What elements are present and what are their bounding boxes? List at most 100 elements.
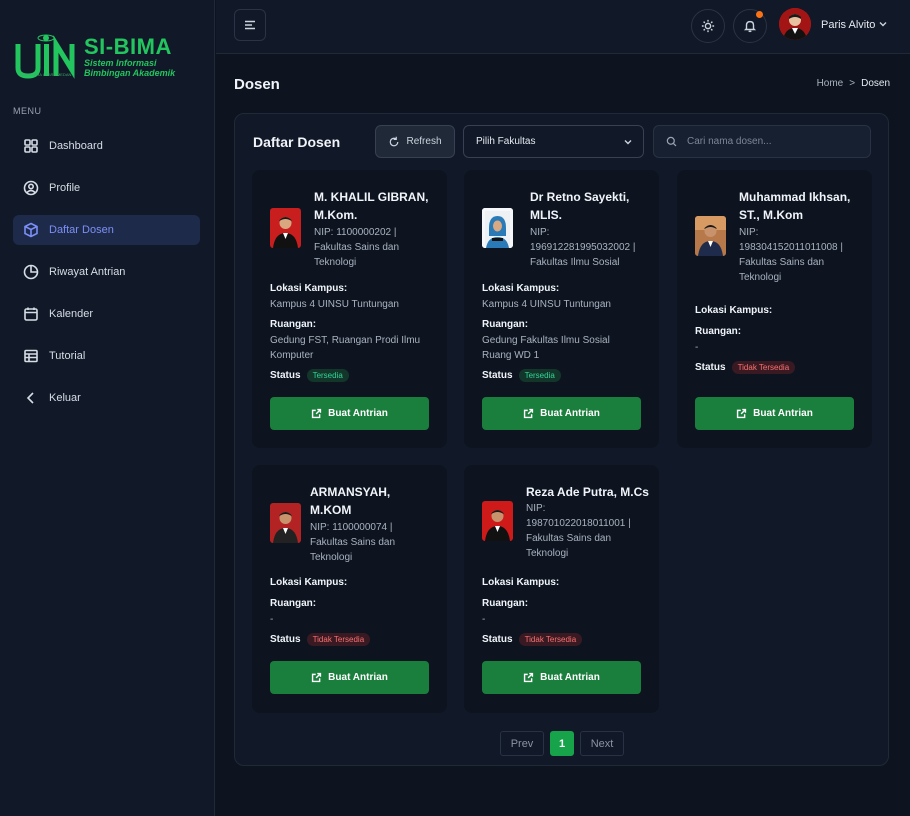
lecturer-photo (482, 501, 513, 541)
lecturer-info: NIP: 1100000202 | Fakultas Sains dan Tek… (314, 225, 399, 270)
page-number-button[interactable]: 1 (550, 731, 574, 756)
brand-logo[interactable]: SUMATERA UTARA MEDAN SI-BIMA Sistem Info… (12, 20, 202, 84)
grid-icon (24, 139, 38, 153)
brand-subtitle: Bimbingan Akademik (84, 68, 176, 78)
lecturer-faculty: Fakultas Ilmu Sosial (530, 257, 620, 268)
chevron-down-icon[interactable] (878, 19, 888, 29)
lecturer-photo (270, 208, 301, 248)
user-name[interactable]: Paris Alvito (821, 19, 875, 31)
campus-label: Lokasi Kampus: (270, 283, 348, 294)
lecturer-card: ARMANSYAH, M.KOM NIP: 1100000074 | Fakul… (252, 465, 447, 713)
sidebar-item-label: Keluar (49, 392, 81, 404)
faculty-select[interactable]: Pilih Fakultas (463, 125, 644, 158)
external-link-icon (312, 408, 322, 419)
sidebar-item-label: Kalender (49, 308, 94, 320)
room-value: - (482, 614, 486, 625)
room-value: Gedung FST, Ruangan Prodi Ilmu Komputer (270, 333, 435, 363)
campus-label: Lokasi Kampus: (695, 305, 773, 316)
lecturer-name-line: Reza Ade Putra, M.Cs (526, 485, 649, 499)
status-label: Status (270, 370, 301, 381)
notification-dot (756, 11, 763, 18)
sidebar-toggle-button[interactable] (234, 9, 266, 41)
external-link-icon (524, 672, 534, 683)
search-box (653, 125, 871, 158)
status-label: Status (482, 634, 513, 645)
room-value-line: Ruang WD 1 (482, 350, 540, 361)
sidebar-item-kalender[interactable]: Kalender (13, 299, 200, 329)
lecturer-photo (695, 216, 726, 256)
sidebar-item-daftar-dosen[interactable]: Daftar Dosen (13, 215, 200, 245)
refresh-icon (390, 136, 399, 146)
status-row: Status Tidak Tersedia (270, 633, 371, 646)
lecturer-info: NIP: 196912281995032002 | Fakultas Ilmu … (530, 225, 635, 270)
status-label: Status (270, 634, 301, 645)
avatar[interactable] (779, 8, 811, 40)
lecturer-name-line: Muhammad Ikhsan, (739, 190, 851, 204)
brand-tiny-text: SUMATERA UTARA MEDAN (20, 72, 72, 77)
breadcrumb: Home > Dosen (817, 78, 890, 89)
buat-antrian-button[interactable]: Buat Antrian (270, 661, 429, 694)
buat-antrian-button[interactable]: Buat Antrian (270, 397, 429, 430)
button-label: Buat Antrian (540, 672, 600, 683)
lecturer-info: NIP: 198701022018011001 | Fakultas Sains… (526, 501, 631, 561)
sidebar-item-riwayat-antrian[interactable]: Riwayat Antrian (13, 257, 200, 287)
person-photo-icon (695, 216, 726, 256)
sidebar-item-dashboard[interactable]: Dashboard (13, 131, 200, 161)
sidebar-item-label: Profile (49, 182, 81, 194)
buat-antrian-button[interactable]: Buat Antrian (482, 661, 641, 694)
theme-toggle-button[interactable] (691, 9, 725, 43)
sidebar-item-tutorial[interactable]: Tutorial (13, 341, 200, 371)
status-label: Status (482, 370, 513, 381)
pagination: Prev 1 Next (500, 731, 624, 756)
cube-icon (24, 222, 38, 238)
panel-title: Daftar Dosen (253, 134, 341, 150)
campus-value: Kampus 4 UINSU Tuntungan (482, 299, 611, 310)
prev-page-button[interactable]: Prev (500, 731, 544, 756)
lecturer-name-line: Dr Retno Sayekti, (530, 190, 630, 204)
status-badge: Tersedia (306, 369, 349, 382)
search-input[interactable] (687, 136, 857, 147)
sidebar-item-profile[interactable]: Profile (13, 173, 200, 203)
sidebar-item-label: Dashboard (49, 140, 103, 152)
brand-subtitle: Sistem Informasi (84, 58, 157, 68)
room-label: Ruangan: (482, 598, 529, 609)
breadcrumb-home[interactable]: Home (817, 78, 844, 89)
lecturer-card: Muhammad Ikhsan, ST., M.Kom NIP: 1983041… (677, 170, 872, 448)
status-row: Status Tersedia (482, 369, 561, 382)
campus-label: Lokasi Kampus: (482, 577, 560, 588)
external-link-icon (312, 672, 322, 683)
room-value-line: Gedung Fakultas Ilmu Sosial (482, 335, 610, 346)
sun-icon (701, 19, 715, 33)
sidebar-nav: Dashboard Profile Daftar Dosen Riwayat A… (13, 131, 200, 425)
lecturer-name-line: ARMANSYAH, (310, 485, 391, 499)
next-page-button[interactable]: Next (580, 731, 624, 756)
lecturer-photo (270, 503, 301, 543)
notifications-button[interactable] (733, 9, 767, 43)
room-label: Ruangan: (695, 326, 742, 337)
lecturer-faculty: Fakultas Sains dan (310, 537, 396, 548)
user-avatar-icon (779, 8, 811, 40)
buat-antrian-button[interactable]: Buat Antrian (695, 397, 854, 430)
lecturer-info: NIP: 1100000074 | Fakultas Sains dan Tek… (310, 520, 395, 565)
status-label: Status (695, 362, 726, 373)
lecturer-name-line: M.KOM (310, 503, 352, 517)
refresh-button[interactable]: Refresh (375, 125, 455, 158)
lecturer-name-line: ST., M.Kom (739, 208, 804, 222)
lecturer-faculty: Fakultas Sains dan (739, 257, 825, 268)
status-row: Status Tidak Tersedia (695, 361, 796, 374)
lecturer-faculty: Teknologi (310, 552, 353, 563)
pie-icon (23, 264, 39, 280)
button-label: Buat Antrian (328, 408, 388, 419)
bell-icon (743, 20, 757, 33)
status-row: Status Tidak Tersedia (482, 633, 583, 646)
person-photo-icon (270, 503, 301, 543)
lecturer-name: ARMANSYAH, M.KOM (310, 483, 390, 519)
lecturer-nip: NIP: (530, 227, 550, 238)
lecturer-card: Reza Ade Putra, M.Cs NIP: 19870102201801… (464, 465, 659, 713)
breadcrumb-separator: > (849, 78, 856, 89)
lecturer-faculty: Teknologi (739, 272, 782, 283)
chevron-down-icon (624, 140, 632, 145)
refresh-label: Refresh (406, 136, 442, 147)
buat-antrian-button[interactable]: Buat Antrian (482, 397, 641, 430)
sidebar-item-keluar[interactable]: Keluar (13, 383, 200, 413)
